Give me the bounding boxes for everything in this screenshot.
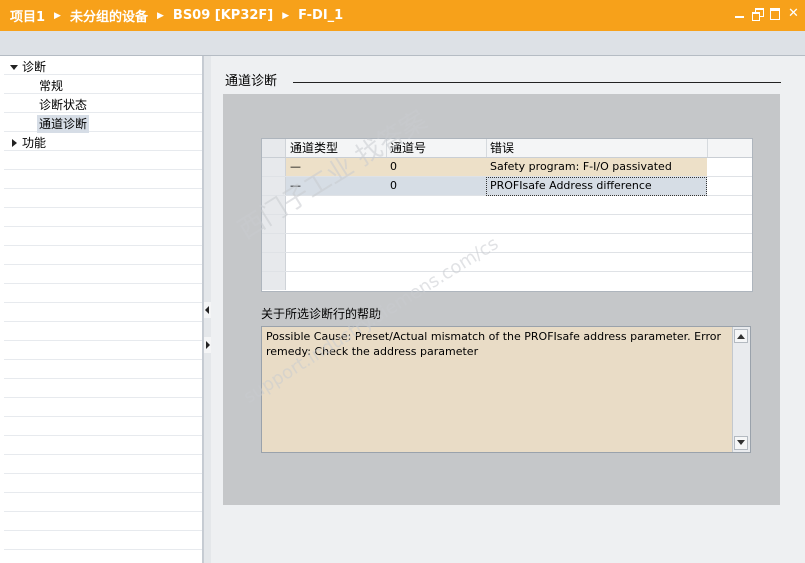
column-header-channel-type[interactable]: 通道类型	[286, 139, 386, 157]
table-row[interactable]: — 0 Safety program: F-I/O passivated	[262, 158, 752, 177]
nav-label: 常规	[39, 79, 64, 93]
nav-label: 通道诊断	[39, 117, 88, 131]
table-row-selected[interactable]: — 0 PROFIsafe Address difference	[262, 177, 752, 196]
cell-channel-number: 0	[390, 160, 397, 173]
column-divider[interactable]	[707, 139, 708, 157]
table-row-empty[interactable]	[262, 196, 752, 215]
nav-label: 诊断	[22, 60, 47, 74]
title-bar: 项目1 ▶ 未分组的设备 ▶ BS09 [KP32F] ▶ F-DI_1 ✕	[0, 0, 805, 31]
float-window-icon[interactable]	[752, 8, 764, 21]
vertical-scrollbar[interactable]	[732, 327, 750, 452]
row-header[interactable]	[262, 272, 286, 290]
column-header-channel-number[interactable]: 通道号	[386, 139, 486, 157]
maximize-icon[interactable]	[770, 8, 781, 20]
cell-channel-number: 0	[390, 179, 397, 192]
scroll-up-icon[interactable]	[734, 329, 748, 343]
table-row-empty[interactable]	[262, 272, 752, 290]
row-header-corner	[262, 139, 286, 157]
table-row-empty[interactable]	[262, 215, 752, 234]
row-header[interactable]	[262, 234, 286, 252]
channel-diagnostics-table: 通道类型 通道号 错误 — 0 Safety program: F-I/O pa…	[261, 138, 753, 292]
table-header: 通道类型 通道号 错误	[262, 139, 752, 158]
cell-error: Safety program: F-I/O passivated	[490, 160, 672, 173]
expand-right-icon[interactable]	[12, 139, 17, 147]
table-row-empty[interactable]	[262, 253, 752, 272]
row-header[interactable]	[262, 253, 286, 271]
expand-right-icon[interactable]	[206, 341, 210, 349]
section-title: 通道诊断	[225, 74, 278, 89]
window-controls: ✕	[734, 7, 799, 21]
nav-label: 功能	[22, 136, 47, 150]
row-header[interactable]	[262, 196, 286, 214]
cell-channel-type: —	[290, 179, 301, 192]
breadcrumb-separator-icon: ▶	[156, 10, 164, 21]
collapse-left-icon[interactable]	[205, 306, 209, 314]
help-textarea[interactable]: Possible Cause: Preset/Actual mismatch o…	[261, 326, 751, 453]
nav-item-functions[interactable]: 功能	[4, 134, 194, 152]
toolbar-strip	[0, 31, 805, 56]
column-header-error[interactable]: 错误	[486, 139, 710, 157]
breadcrumb-project[interactable]: 项目1	[10, 6, 45, 25]
table-row-empty[interactable]	[262, 234, 752, 253]
help-label: 关于所选诊断行的帮助	[261, 307, 382, 321]
minimize-icon[interactable]	[734, 8, 745, 19]
row-header[interactable]	[262, 177, 286, 195]
breadcrumb-device[interactable]: BS09 [KP32F]	[173, 8, 273, 23]
nav-label: 诊断状态	[39, 98, 88, 112]
row-header[interactable]	[262, 158, 286, 176]
breadcrumb-ungrouped-devices[interactable]: 未分组的设备	[70, 6, 148, 25]
main-content: 通道诊断 通道类型 通道号 错误 — 0 Safety program: F-I…	[211, 56, 805, 563]
nav-item-channel-diag[interactable]: 通道诊断	[37, 115, 90, 133]
expand-down-icon[interactable]	[10, 65, 18, 70]
cell-error: PROFIsafe Address difference	[490, 179, 652, 192]
diagnostics-panel: 通道类型 通道号 错误 — 0 Safety program: F-I/O pa…	[223, 94, 780, 505]
scroll-down-icon[interactable]	[734, 436, 748, 450]
nav-item-diag-status[interactable]: 诊断状态	[39, 96, 87, 114]
breadcrumb-module[interactable]: F-DI_1	[298, 8, 343, 23]
row-header[interactable]	[262, 215, 286, 233]
section-divider	[293, 82, 781, 83]
breadcrumb: 项目1 ▶ 未分组的设备 ▶ BS09 [KP32F] ▶ F-DI_1	[0, 6, 343, 25]
navigation-tree: 诊断 常规 诊断状态 通道诊断 功能	[4, 56, 203, 563]
close-icon[interactable]: ✕	[788, 7, 799, 20]
nav-item-general[interactable]: 常规	[39, 77, 63, 95]
breadcrumb-separator-icon: ▶	[54, 10, 61, 21]
cell-channel-type: —	[290, 160, 301, 173]
nav-item-diagnostics[interactable]: 诊断	[4, 58, 194, 76]
help-text: Possible Cause: Preset/Actual mismatch o…	[266, 330, 721, 358]
breadcrumb-separator-icon: ▶	[282, 10, 290, 21]
